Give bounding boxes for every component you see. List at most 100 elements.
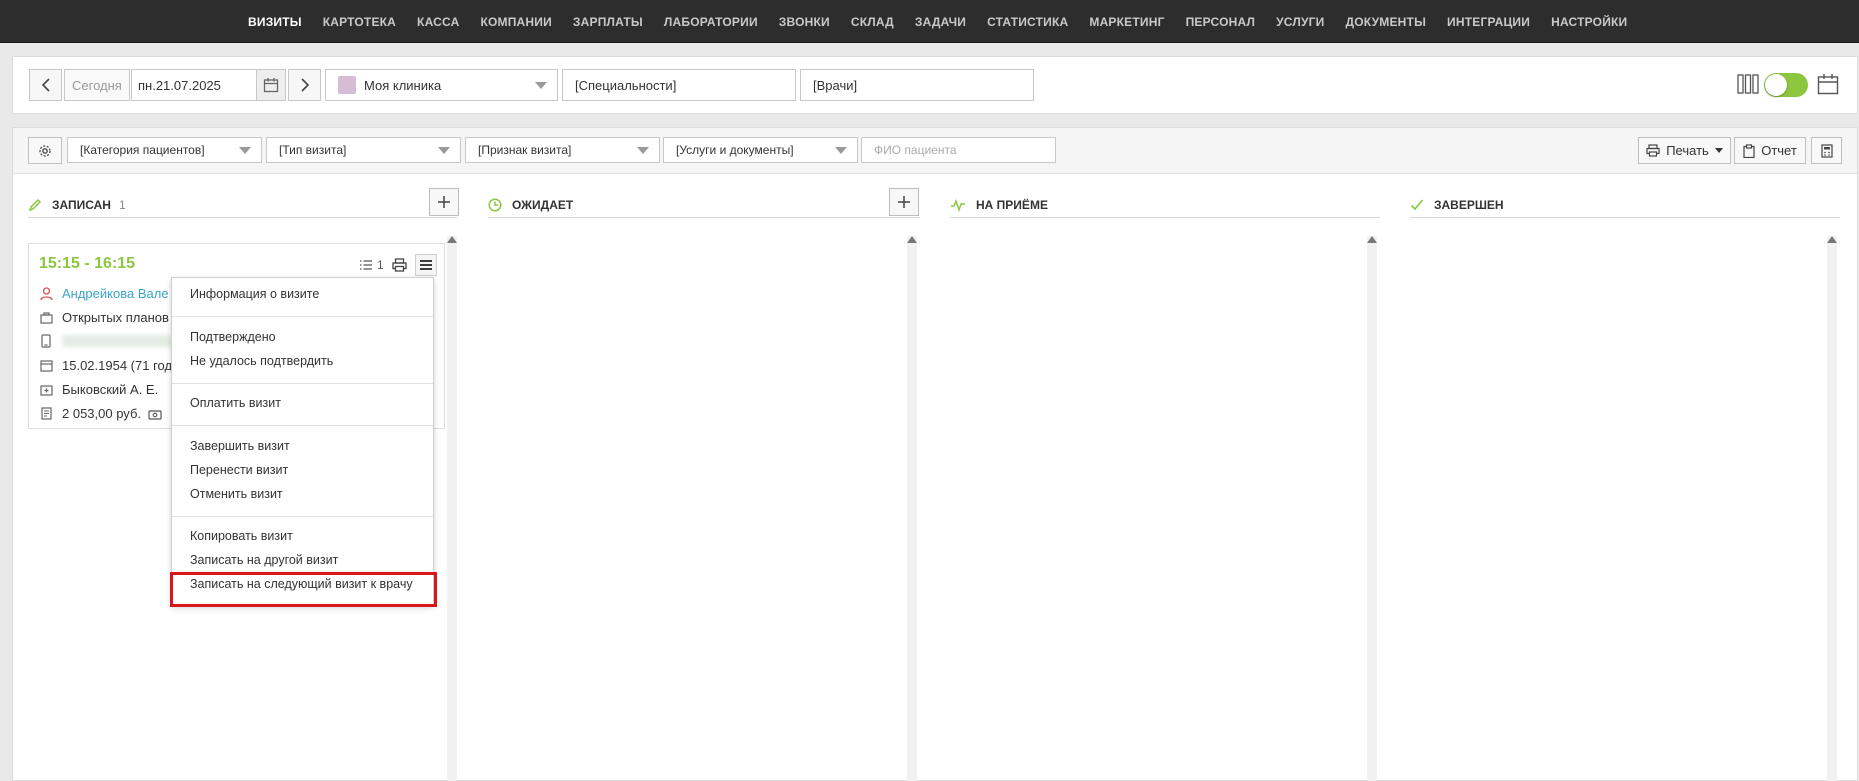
visit-sign-value: [Признак визита]: [478, 143, 572, 157]
nav-item-cards[interactable]: КАРТОТЕКА: [323, 15, 396, 29]
nav-item-documents[interactable]: ДОКУМЕНТЫ: [1346, 15, 1427, 29]
scroll-up-arrow-icon[interactable]: [1367, 236, 1377, 243]
doctor-name: Быковский А. Е.: [62, 382, 159, 397]
column-header-in-progress: НА ПРИЁМЕ: [950, 192, 1380, 218]
nav-item-integrations[interactable]: ИНТЕГРАЦИИ: [1447, 15, 1530, 29]
calculator-icon: [1820, 143, 1833, 158]
clock-icon: [488, 197, 502, 212]
add-visit-button-waiting[interactable]: [889, 188, 919, 216]
nav-item-warehouse[interactable]: СКЛАД: [851, 15, 894, 29]
visit-menu-button[interactable]: [414, 254, 437, 276]
menu-divider: [172, 316, 433, 317]
calculator-button[interactable]: [1811, 137, 1842, 164]
nav-item-labs[interactable]: ЛАБОРАТОРИИ: [664, 15, 758, 29]
receipt-icon: [39, 407, 53, 421]
specialties-select[interactable]: [Специальности]: [562, 69, 796, 101]
date-field[interactable]: пн.21.07.2025: [131, 69, 258, 101]
menu-item-not-confirmed[interactable]: Не удалось подтвердить: [190, 354, 333, 368]
patient-name-link[interactable]: Андрейкова Вале: [62, 286, 169, 301]
visit-context-menu: Информация о визите Подтверждено Не удал…: [171, 277, 434, 606]
next-day-button[interactable]: [288, 69, 321, 101]
nav-item-cashbox[interactable]: КАССА: [417, 15, 459, 29]
today-button[interactable]: Сегодня: [64, 69, 130, 101]
scrollbar-in-progress[interactable]: [1367, 236, 1377, 781]
chevron-right-icon: [300, 78, 309, 92]
menu-item-finish-visit[interactable]: Завершить визит: [190, 439, 290, 453]
pencil-icon: [28, 198, 42, 212]
amount-row: 2 053,00 руб.: [39, 406, 162, 421]
chevron-down-icon: [438, 147, 450, 154]
print-visit-button[interactable]: [392, 258, 407, 272]
column-header-waiting: ОЖИДАЕТ: [488, 192, 920, 218]
nav-item-visits[interactable]: ВИЗИТЫ: [248, 15, 302, 29]
patient-row: Андрейкова Вале: [39, 286, 169, 301]
menu-item-pay-visit[interactable]: Оплатить визит: [190, 396, 281, 410]
check-icon: [1410, 198, 1424, 212]
menu-item-confirmed[interactable]: Подтверждено: [190, 330, 276, 344]
column-title: ОЖИДАЕТ: [512, 197, 574, 212]
view-toggle-switch[interactable]: [1764, 73, 1808, 97]
calendar-icon: [39, 359, 53, 373]
services-docs-filter[interactable]: [Услуги и документы]: [663, 137, 858, 163]
visit-type-row: Открытых планов: [39, 310, 169, 325]
services-count: 1: [377, 258, 384, 272]
phone-icon: [39, 334, 53, 348]
column-count: 1: [118, 197, 126, 212]
print-button[interactable]: Печать: [1638, 137, 1731, 164]
printer-icon: [1646, 144, 1660, 157]
nav-item-calls[interactable]: ЗВОНКИ: [779, 15, 830, 29]
scrollbar-scheduled[interactable]: [447, 236, 457, 781]
printer-icon: [392, 258, 407, 272]
top-navigation: ВИЗИТЫ КАРТОТЕКА КАССА КОМПАНИИ ЗАРПЛАТЫ…: [0, 0, 1859, 43]
menu-item-book-another-visit[interactable]: Записать на другой визит: [190, 553, 338, 567]
nav-item-services[interactable]: УСЛУГИ: [1276, 15, 1324, 29]
scrollbar-waiting[interactable]: [907, 236, 917, 781]
calendar-picker-button[interactable]: [256, 69, 286, 101]
date-clinic-panel: Сегодня пн.21.07.2025 Моя клиника [Специ…: [12, 56, 1858, 114]
scroll-up-arrow-icon[interactable]: [907, 236, 917, 243]
highlight-frame: [170, 572, 437, 607]
nav-item-tasks[interactable]: ЗАДАЧИ: [915, 15, 966, 29]
columns-view-icon[interactable]: [1737, 74, 1759, 97]
nav-item-statistics[interactable]: СТАТИСТИКА: [987, 15, 1068, 29]
report-button[interactable]: Отчет: [1734, 137, 1806, 164]
menu-item-reschedule-visit[interactable]: Перенести визит: [190, 463, 288, 477]
menu-item-visit-info[interactable]: Информация о визите: [190, 287, 319, 301]
visit-amount: 2 053,00 руб.: [62, 406, 142, 421]
clinic-color-swatch: [338, 76, 356, 94]
report-button-label: Отчет: [1761, 143, 1797, 158]
nav-item-settings[interactable]: НАСТРОЙКИ: [1551, 15, 1627, 29]
visit-sign-filter[interactable]: [Признак визита]: [465, 137, 660, 163]
column-header-completed: ЗАВЕРШЕН: [1410, 192, 1840, 218]
nav-item-staff[interactable]: ПЕРСОНАЛ: [1186, 15, 1256, 29]
nav-item-salaries[interactable]: ЗАРПЛАТЫ: [573, 15, 643, 29]
doctors-select[interactable]: [Врачи]: [800, 69, 1034, 101]
menu-item-copy-visit[interactable]: Копировать визит: [190, 529, 293, 543]
visit-type-text: Открытых планов: [62, 310, 169, 325]
scroll-up-arrow-icon[interactable]: [447, 236, 457, 243]
scrollbar-completed[interactable]: [1827, 236, 1837, 781]
clinic-select-value: Моя клиника: [364, 77, 442, 93]
services-list-button[interactable]: 1: [359, 258, 384, 272]
visit-card-tools: 1: [359, 254, 437, 276]
scroll-up-arrow-icon[interactable]: [1827, 236, 1837, 243]
services-docs-value: [Услуги и документы]: [676, 143, 794, 157]
patient-category-filter[interactable]: [Категория пациентов]: [67, 137, 262, 163]
patient-name-input[interactable]: ФИО пациента: [861, 137, 1056, 163]
add-visit-button-scheduled[interactable]: [429, 188, 459, 216]
menu-item-cancel-visit[interactable]: Отменить визит: [190, 487, 283, 501]
column-title: ЗАПИСАН: [52, 197, 111, 212]
visit-type-filter[interactable]: [Тип визита]: [266, 137, 461, 163]
briefcase-icon: [39, 311, 53, 325]
calendar-view-icon[interactable]: [1817, 73, 1839, 98]
visit-time: 15:15 - 16:15: [39, 255, 136, 272]
menu-divider: [172, 383, 433, 384]
clinic-select[interactable]: Моя клиника: [325, 69, 558, 101]
clipboard-icon: [1743, 143, 1755, 158]
nav-item-marketing[interactable]: МАРКЕТИНГ: [1089, 15, 1164, 29]
settings-button[interactable]: [28, 137, 62, 164]
medical-case-icon: [39, 383, 53, 397]
nav-item-companies[interactable]: КОМПАНИИ: [480, 15, 551, 29]
birthdate-row: 15.02.1954 (71 год): [39, 358, 176, 373]
prev-day-button[interactable]: [29, 69, 62, 101]
